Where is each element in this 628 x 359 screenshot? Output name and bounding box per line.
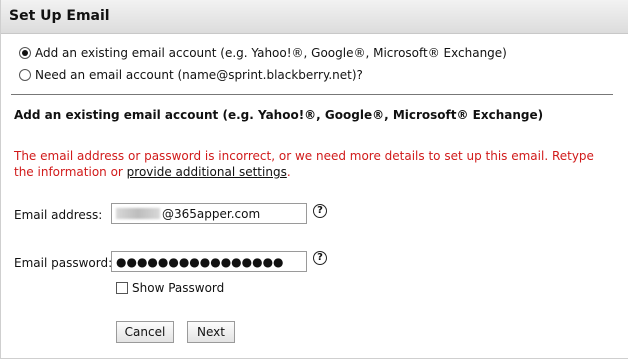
panel-header: Set Up Email bbox=[1, 0, 628, 34]
cancel-button[interactable]: Cancel bbox=[116, 321, 174, 343]
email-label: Email address: bbox=[14, 208, 103, 222]
password-label: Email password: bbox=[14, 256, 113, 270]
setup-email-panel: Set Up Email Add an existing email accou… bbox=[0, 0, 628, 359]
error-message-end: . bbox=[286, 165, 291, 179]
page-title: Set Up Email bbox=[9, 8, 110, 24]
next-button[interactable]: Next bbox=[187, 321, 235, 343]
email-help-icon[interactable]: ? bbox=[313, 204, 327, 218]
section-divider bbox=[11, 94, 613, 95]
show-password-label: Show Password bbox=[132, 281, 225, 295]
additional-settings-link[interactable]: provide additional settings bbox=[127, 165, 287, 179]
error-message: The email address or password is incorre… bbox=[14, 148, 614, 180]
section-title: Add an existing email account (e.g. Yaho… bbox=[14, 108, 544, 122]
radio-existing-account[interactable] bbox=[19, 47, 31, 59]
email-field-value: @365apper.com bbox=[162, 206, 261, 221]
option-new-account-label: Need an email account (name@sprint.black… bbox=[35, 68, 363, 82]
email-field[interactable]: @365apper.com bbox=[111, 203, 307, 224]
option-existing-account[interactable]: Add an existing email account (e.g. Yaho… bbox=[19, 45, 507, 61]
show-password-option[interactable]: Show Password bbox=[116, 281, 224, 295]
password-field-value: ●●●●●●●●●●●●●●●● bbox=[116, 254, 284, 269]
show-password-checkbox[interactable] bbox=[116, 282, 128, 294]
radio-new-account[interactable] bbox=[19, 69, 31, 81]
redacted-email-user bbox=[116, 208, 160, 219]
error-message-text: The email address or password is incorre… bbox=[14, 149, 594, 179]
option-new-account[interactable]: Need an email account (name@sprint.black… bbox=[19, 67, 363, 83]
password-help-icon[interactable]: ? bbox=[313, 251, 327, 265]
password-field[interactable]: ●●●●●●●●●●●●●●●● bbox=[111, 251, 307, 272]
option-existing-account-label: Add an existing email account (e.g. Yaho… bbox=[35, 46, 507, 60]
